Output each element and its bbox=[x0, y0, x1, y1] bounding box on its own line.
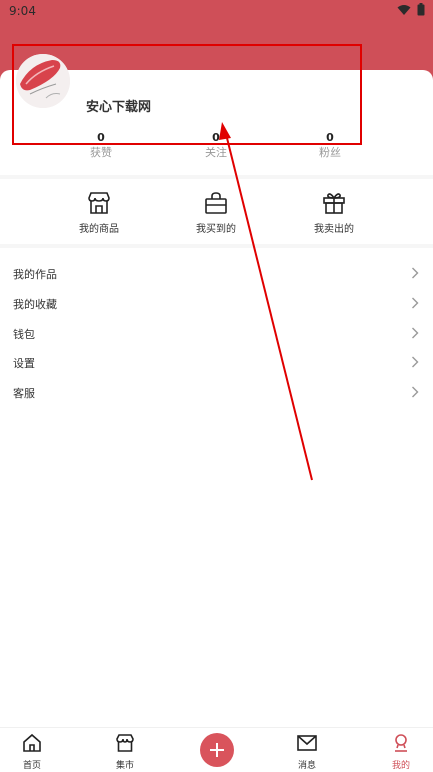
tab-label: 我的 bbox=[391, 761, 410, 771]
annotation-arrow bbox=[219, 122, 313, 481]
mail-icon bbox=[297, 735, 317, 751]
market-icon bbox=[116, 734, 134, 752]
plus-icon bbox=[210, 743, 224, 757]
tab-profile[interactable]: 我的 bbox=[371, 733, 431, 771]
add-post-button[interactable] bbox=[200, 733, 234, 767]
profile-icon bbox=[395, 734, 407, 752]
home-icon bbox=[23, 733, 41, 752]
tab-label: 集市 bbox=[115, 761, 134, 771]
tab-market[interactable]: 集市 bbox=[95, 733, 155, 771]
tab-label: 首页 bbox=[22, 761, 41, 771]
tab-home[interactable]: 首页 bbox=[2, 733, 62, 771]
tab-messages[interactable]: 消息 bbox=[277, 733, 337, 771]
tab-label: 消息 bbox=[297, 761, 316, 771]
